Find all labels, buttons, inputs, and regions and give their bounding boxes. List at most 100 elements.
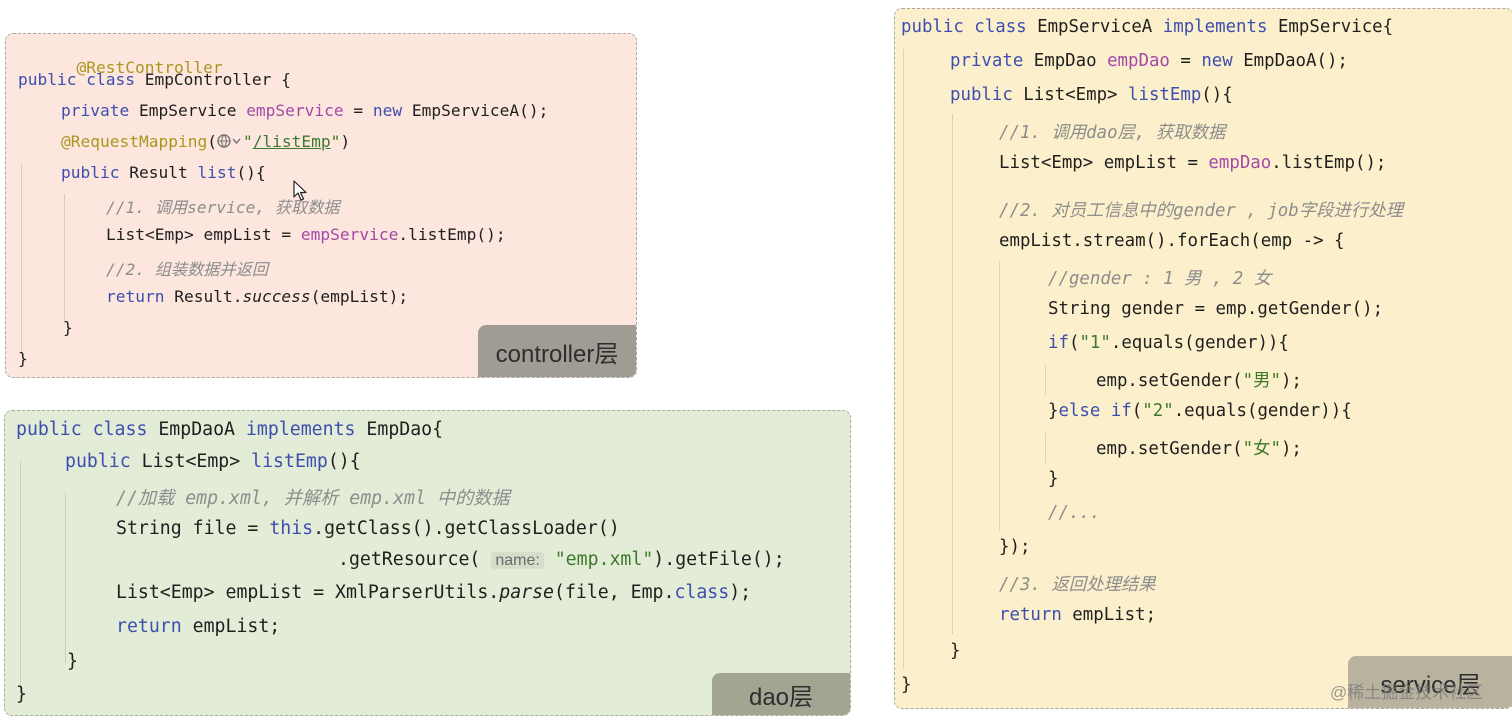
code-line: }else if("2".equals(gender)){ bbox=[1048, 401, 1352, 421]
operator-text: = bbox=[343, 101, 373, 120]
keyword-text: return bbox=[999, 605, 1062, 625]
indent-guide bbox=[952, 114, 953, 634]
comment-text: //1. 调用dao层, 获取数据 bbox=[999, 123, 1226, 143]
code-line: String gender = emp.getGender(); bbox=[1048, 299, 1383, 319]
code-text: String gender = emp.getGender(); bbox=[1048, 299, 1384, 319]
string-text: " bbox=[330, 132, 341, 151]
comment-text: //2. 对员工信息中的gender , job字段进行处理 bbox=[999, 201, 1404, 221]
code-text: ( bbox=[1068, 333, 1080, 353]
class-name-text: EmpDaoA bbox=[147, 419, 246, 440]
type-text: EmpService bbox=[129, 101, 247, 120]
operator-text: = bbox=[1169, 51, 1202, 71]
keyword-text: implements bbox=[1162, 17, 1268, 37]
code-text: .listEmp(); bbox=[1271, 153, 1387, 173]
string-text: "2" bbox=[1142, 401, 1174, 421]
code-line: } bbox=[18, 349, 28, 368]
method-name-text: listEmp bbox=[1128, 85, 1202, 105]
indent-guide bbox=[999, 261, 1000, 531]
code-line: //2. 对员工信息中的gender , job字段进行处理 bbox=[999, 197, 1403, 222]
globe-icon[interactable] bbox=[217, 133, 243, 153]
code-text: ) bbox=[340, 132, 351, 151]
type-text: Result bbox=[119, 163, 198, 182]
code-line: //gender : 1 男 , 2 女 bbox=[1048, 265, 1271, 290]
code-text: emp.setGender( bbox=[1096, 371, 1243, 391]
code-line: return empList; bbox=[999, 605, 1156, 625]
indent-guide bbox=[20, 461, 21, 696]
keyword-text: public bbox=[61, 163, 120, 182]
method-name-text: success bbox=[242, 287, 311, 306]
brace-text: } bbox=[18, 349, 28, 368]
field-text: empDao bbox=[1107, 51, 1170, 71]
code-line: } bbox=[67, 651, 78, 672]
code-line: @RequestMapping("/listEmp") bbox=[61, 132, 350, 153]
comment-text: //3. 返回处理结果 bbox=[999, 575, 1156, 595]
code-text: empList; bbox=[181, 616, 281, 637]
code-line: //3. 返回处理结果 bbox=[999, 571, 1156, 596]
brace-text: } bbox=[67, 651, 78, 672]
string-text: "emp.xml" bbox=[554, 549, 654, 570]
keyword-text: public bbox=[950, 85, 1013, 105]
code-line: return Result.success(empList); bbox=[106, 287, 408, 306]
field-text: empService bbox=[300, 225, 399, 244]
keyword-text: public class bbox=[901, 17, 1027, 37]
service-code: public class EmpServiceA implements EmpS… bbox=[895, 9, 1512, 708]
brace-text: } bbox=[16, 684, 27, 705]
code-line: if("1".equals(gender)){ bbox=[1048, 333, 1289, 353]
code-text: (file, Emp. bbox=[554, 582, 675, 603]
code-text: .getResource( bbox=[338, 549, 481, 570]
code-text: (){ bbox=[236, 163, 266, 182]
code-line: public Result list(){ bbox=[61, 163, 266, 182]
code-line: } bbox=[63, 318, 73, 337]
parameter-hint: name: bbox=[491, 552, 544, 569]
layer-label-dao: dao层 bbox=[712, 673, 850, 715]
code-line: public class EmpController { bbox=[18, 70, 291, 89]
code-line: } bbox=[950, 641, 960, 661]
keyword-text: public class bbox=[18, 70, 135, 89]
code-text: empList.stream().forEach(emp -> { bbox=[999, 231, 1345, 251]
url-path-link[interactable]: /listEmp bbox=[253, 132, 331, 151]
controller-code-panel: @RestController public class EmpControll… bbox=[5, 33, 637, 378]
code-text: (empList); bbox=[310, 287, 409, 306]
keyword-text: new bbox=[1201, 51, 1233, 71]
service-code-panel: public class EmpServiceA implements EmpS… bbox=[894, 8, 1512, 709]
code-line: } bbox=[16, 684, 27, 705]
keyword-text: public bbox=[65, 451, 131, 472]
layer-label-controller: controller层 bbox=[478, 325, 636, 377]
code-text: } bbox=[1048, 401, 1059, 421]
code-text: ( bbox=[207, 132, 217, 151]
comment-text: //加载 emp.xml, 并解析 emp.xml 中的数据 bbox=[116, 488, 510, 509]
indent-guide bbox=[903, 49, 904, 669]
code-line: List<Emp> empList = empService.listEmp()… bbox=[106, 225, 506, 244]
annotation-text: @RequestMapping bbox=[61, 132, 208, 151]
code-line: public List<Emp> listEmp(){ bbox=[65, 451, 361, 472]
method-name-text: list bbox=[197, 163, 237, 182]
indent-guide bbox=[65, 493, 66, 663]
code-line: }); bbox=[999, 537, 1030, 557]
code-text: empList; bbox=[1061, 605, 1157, 625]
string-text: "女" bbox=[1242, 439, 1281, 459]
keyword-text: this bbox=[269, 518, 314, 539]
code-text: .listEmp(); bbox=[398, 225, 506, 244]
code-text: }); bbox=[999, 537, 1031, 557]
code-line: List<Emp> empList = empDao.listEmp(); bbox=[999, 153, 1386, 173]
keyword-text: implements bbox=[245, 419, 356, 440]
dao-code-panel: public class EmpDaoA implements EmpDao{ … bbox=[4, 410, 851, 716]
code-line: //2. 组装数据并返回 bbox=[106, 256, 268, 280]
code-text: ); bbox=[1280, 371, 1302, 391]
code-text: List<Emp> empList = XmlParserUtils. bbox=[116, 582, 500, 603]
code-text: .equals(gender)){ bbox=[1110, 333, 1289, 353]
code-line: public class EmpDaoA implements EmpDao{ bbox=[16, 419, 443, 440]
code-line: List<Emp> empList = XmlParserUtils.parse… bbox=[116, 582, 751, 603]
string-text: "男" bbox=[1242, 371, 1281, 391]
code-line: private EmpDao empDao = new EmpDaoA(); bbox=[950, 51, 1348, 71]
code-text: (){ bbox=[327, 451, 361, 472]
code-text: EmpService{ bbox=[1267, 17, 1394, 37]
code-line: emp.setGender("男"); bbox=[1096, 367, 1302, 392]
code-line: public class EmpServiceA implements EmpS… bbox=[901, 17, 1393, 37]
keyword-text: return bbox=[116, 616, 182, 637]
code-text: EmpServiceA(); bbox=[402, 101, 549, 120]
code-line: empList.stream().forEach(emp -> { bbox=[999, 231, 1345, 251]
string-text: "1" bbox=[1079, 333, 1111, 353]
method-name-text: parse bbox=[499, 582, 554, 603]
comment-text: //... bbox=[1048, 503, 1101, 523]
